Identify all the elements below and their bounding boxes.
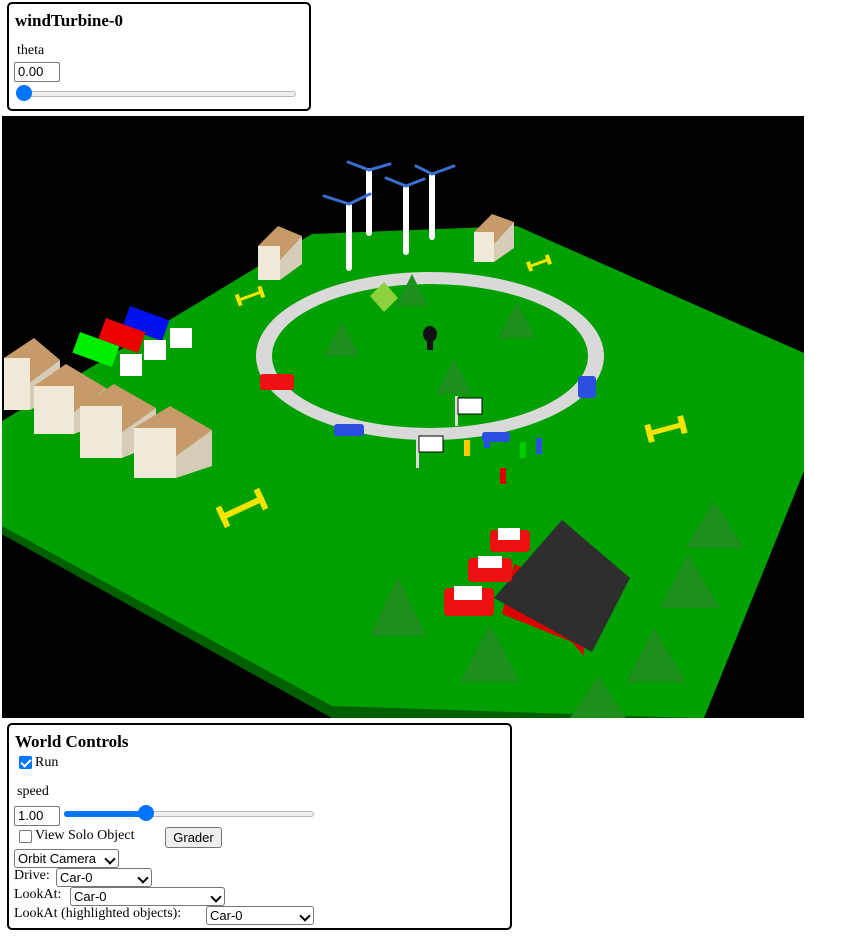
- theta-slider[interactable]: [16, 85, 296, 101]
- speed-input[interactable]: 1.00: [14, 806, 60, 826]
- camera-select[interactable]: Orbit Camera: [14, 849, 119, 868]
- object-parameter-panel: windTurbine-0 theta 0.00: [7, 2, 311, 111]
- chevron-down-icon: [137, 872, 149, 884]
- lookat-highlighted-label: LookAt (highlighted objects):: [14, 906, 182, 921]
- drive-select[interactable]: Car-0: [56, 868, 152, 887]
- chevron-down-icon: [104, 853, 116, 865]
- slider-thumb[interactable]: [138, 805, 154, 821]
- chevron-down-icon: [299, 910, 311, 922]
- slider-thumb[interactable]: [16, 85, 32, 101]
- lookat-highlighted-select[interactable]: Car-0: [206, 906, 314, 925]
- view-solo-label: View Solo Object: [35, 828, 135, 843]
- view-solo-checkbox[interactable]: [19, 830, 32, 843]
- run-checkbox[interactable]: [19, 756, 32, 769]
- run-label: Run: [35, 755, 59, 770]
- drive-label: Drive:: [14, 868, 50, 883]
- track-infield: [272, 284, 588, 428]
- speed-label: speed: [17, 784, 49, 799]
- world-controls-panel: World Controls Run speed 1.00 View Solo …: [7, 723, 512, 930]
- speed-slider[interactable]: [64, 805, 314, 821]
- theta-label: theta: [17, 43, 45, 58]
- lookat-select[interactable]: Car-0: [70, 887, 225, 906]
- panel-title: windTurbine-0: [15, 11, 124, 30]
- lookat-label: LookAt:: [14, 887, 62, 902]
- panel-title: World Controls: [15, 732, 129, 751]
- grader-button[interactable]: Grader: [165, 827, 222, 848]
- scene-render: [2, 160, 804, 718]
- theta-input[interactable]: 0.00: [14, 62, 60, 82]
- 3d-world-viewport[interactable]: [2, 116, 804, 718]
- chevron-down-icon: [210, 891, 222, 903]
